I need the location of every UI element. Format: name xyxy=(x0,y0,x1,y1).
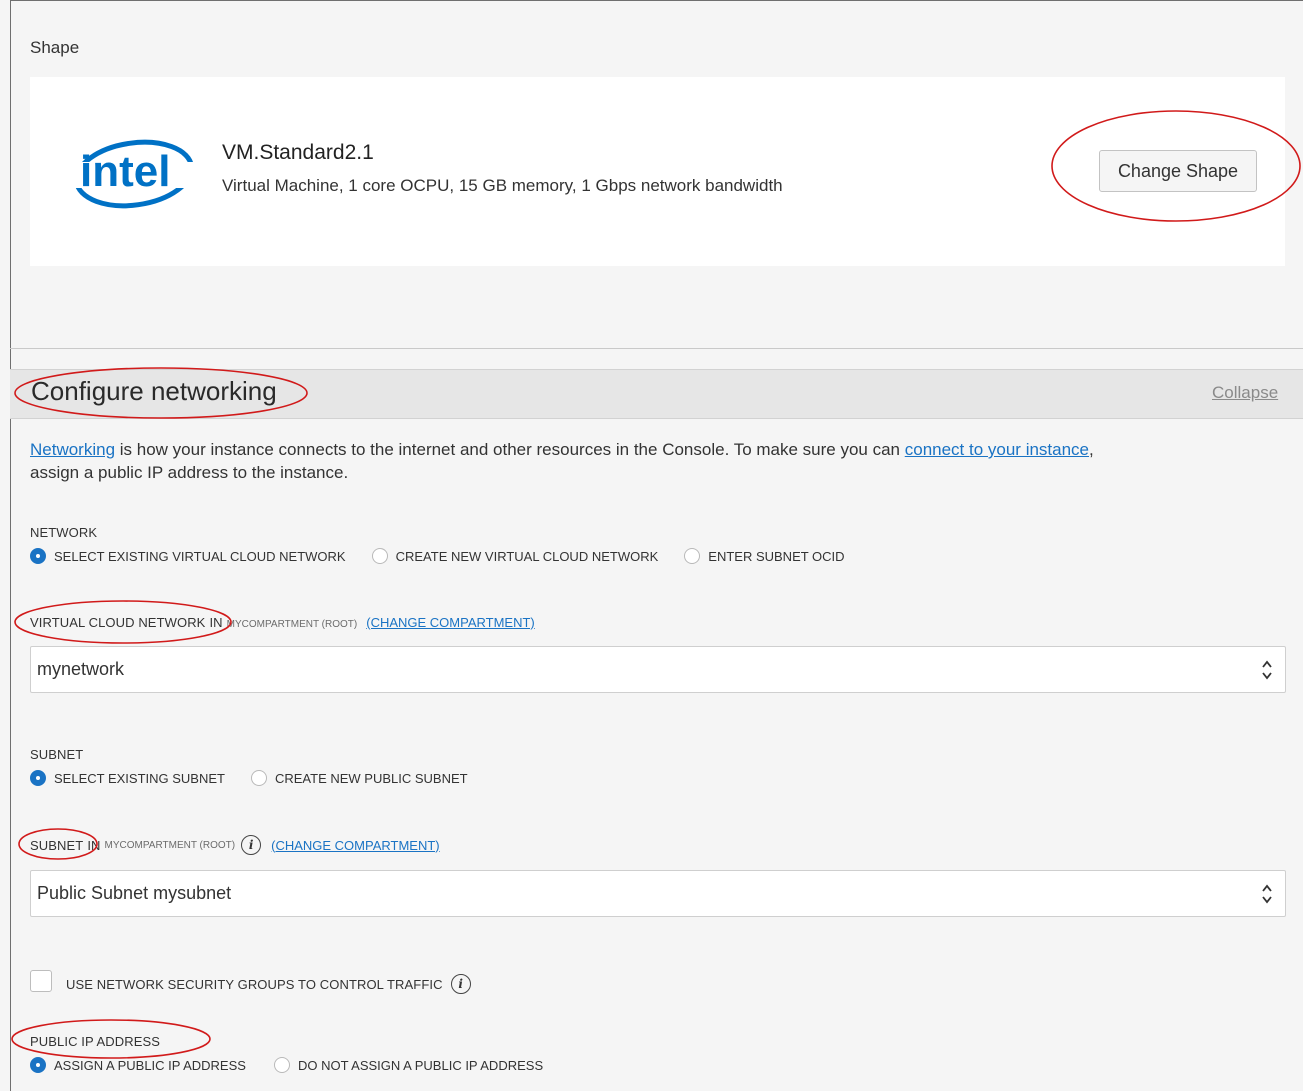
vcn-label: VIRTUAL CLOUD NETWORK xyxy=(30,615,206,630)
vcn-compartment: MYCOMPARTMENT (ROOT) xyxy=(226,619,358,630)
select-arrows-icon xyxy=(1262,660,1272,680)
change-shape-button[interactable]: Change Shape xyxy=(1099,150,1257,192)
section-divider xyxy=(10,348,1303,349)
public-ip-option-none[interactable]: DO NOT ASSIGN A PUBLIC IP ADDRESS xyxy=(273,1057,544,1073)
subnet-label: SUBNET xyxy=(30,837,84,853)
vcn-in: IN xyxy=(209,615,223,630)
radio-unchecked[interactable] xyxy=(684,548,701,564)
vcn-selected-value: mynetwork xyxy=(37,659,125,679)
collapse-link[interactable]: Collapse xyxy=(1212,383,1278,403)
section-title: Configure networking xyxy=(31,376,277,406)
radio-checked[interactable] xyxy=(30,770,46,786)
networking-link[interactable]: Networking xyxy=(30,440,115,459)
radio-unchecked[interactable] xyxy=(273,1057,290,1073)
shape-section-label: Shape xyxy=(30,38,80,57)
network-option-ocid[interactable]: ENTER SUBNET OCID xyxy=(684,548,845,564)
network-option-create[interactable]: CREATE NEW VIRTUAL CLOUD NETWORK xyxy=(371,548,659,564)
subnet-change-compartment-link[interactable]: (CHANGE COMPARTMENT) xyxy=(271,838,440,853)
shape-description: Virtual Machine, 1 core OCPU, 15 GB memo… xyxy=(222,176,783,195)
radio-checked[interactable] xyxy=(30,1057,46,1073)
radio-label: ASSIGN A PUBLIC IP ADDRESS xyxy=(54,1057,246,1073)
subnet-choice-label: SUBNET xyxy=(30,747,84,762)
shape-name: VM.Standard2.1 xyxy=(222,141,374,164)
radio-checked[interactable] xyxy=(30,548,46,564)
subnet-in: IN xyxy=(87,837,101,853)
subnet-option-create[interactable]: CREATE NEW PUBLIC SUBNET xyxy=(250,770,468,786)
vcn-select[interactable]: mynetwork xyxy=(30,646,1286,693)
public-ip-label: PUBLIC IP ADDRESS xyxy=(30,1034,161,1049)
public-ip-option-assign[interactable]: ASSIGN A PUBLIC IP ADDRESS xyxy=(30,1057,246,1073)
subnet-select[interactable]: Public Subnet mysubnet xyxy=(30,870,1286,917)
radio-unchecked[interactable] xyxy=(371,548,388,564)
shape-card xyxy=(30,77,1285,266)
network-radio-group: SELECT EXISTING VIRTUAL CLOUD NETWORK CR… xyxy=(30,548,845,564)
intel-logo-text: intel xyxy=(80,147,170,196)
intro-text-3: assign a public IP address to the instan… xyxy=(30,463,349,482)
network-label: NETWORK xyxy=(30,525,98,540)
connect-instance-link[interactable]: connect to your instance xyxy=(905,440,1089,459)
subnet-radio-group: SELECT EXISTING SUBNET CREATE NEW PUBLIC… xyxy=(30,770,468,786)
nsg-checkbox[interactable] xyxy=(30,970,52,992)
subnet-option-existing[interactable]: SELECT EXISTING SUBNET xyxy=(30,770,225,786)
radio-label: ENTER SUBNET OCID xyxy=(708,548,845,564)
radio-label: CREATE NEW VIRTUAL CLOUD NETWORK xyxy=(395,548,659,564)
intel-logo: intel xyxy=(72,139,200,209)
nsg-label: USE NETWORK SECURITY GROUPS TO CONTROL T… xyxy=(66,976,443,992)
vcn-change-compartment-link[interactable]: (CHANGE COMPARTMENT) xyxy=(366,615,535,630)
intro-text-1: is how your instance connects to the int… xyxy=(115,440,905,459)
radio-unchecked[interactable] xyxy=(250,770,267,786)
radio-label: SELECT EXISTING SUBNET xyxy=(54,770,225,786)
info-icon[interactable]: i xyxy=(450,974,471,994)
radio-label: SELECT EXISTING VIRTUAL CLOUD NETWORK xyxy=(54,548,346,564)
networking-intro: Networking is how your instance connects… xyxy=(30,438,1260,484)
subnet-compartment: MYCOMPARTMENT (ROOT) xyxy=(104,839,236,851)
subnet-label-row: SUBNET IN MYCOMPARTMENT (ROOT) i (CHANGE… xyxy=(30,835,440,855)
select-arrows-icon xyxy=(1262,884,1272,904)
network-option-existing[interactable]: SELECT EXISTING VIRTUAL CLOUD NETWORK xyxy=(30,548,346,564)
public-ip-radio-group: ASSIGN A PUBLIC IP ADDRESS DO NOT ASSIGN… xyxy=(30,1057,543,1073)
info-icon[interactable]: i xyxy=(241,835,262,855)
subnet-selected-value: Public Subnet mysubnet xyxy=(37,883,232,903)
vcn-label-row: VIRTUAL CLOUD NETWORK IN MYCOMPARTMENT (… xyxy=(30,615,535,630)
nsg-row: USE NETWORK SECURITY GROUPS TO CONTROL T… xyxy=(66,974,471,994)
radio-label: DO NOT ASSIGN A PUBLIC IP ADDRESS xyxy=(297,1057,544,1073)
intro-text-2: , xyxy=(1089,440,1094,459)
radio-label: CREATE NEW PUBLIC SUBNET xyxy=(274,770,468,786)
